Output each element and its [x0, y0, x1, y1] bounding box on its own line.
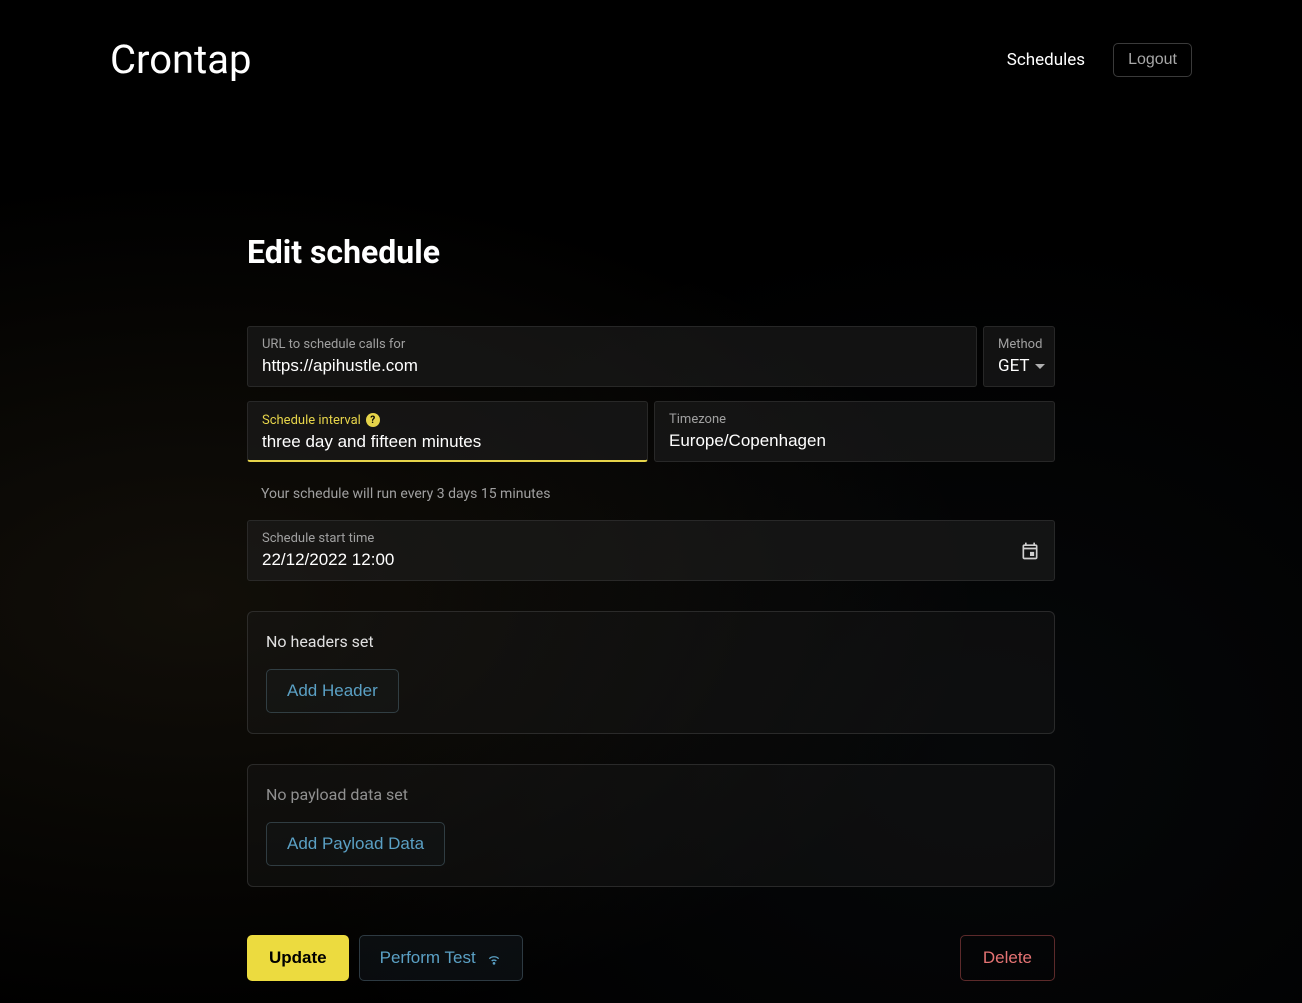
url-method-row: URL to schedule calls for Method GET — [247, 326, 1055, 387]
interval-label-text: Schedule interval — [262, 413, 361, 428]
delete-button[interactable]: Delete — [960, 935, 1055, 981]
help-icon[interactable]: ? — [366, 413, 380, 427]
nav-right: Schedules Logout — [1007, 43, 1192, 77]
timezone-field[interactable]: Timezone — [654, 401, 1055, 462]
url-field[interactable]: URL to schedule calls for — [247, 326, 977, 387]
starttime-field[interactable]: Schedule start time — [247, 520, 1055, 581]
wifi-icon — [486, 950, 502, 966]
app-logo[interactable]: Crontap — [110, 36, 251, 83]
actions-left: Update Perform Test — [247, 935, 523, 981]
add-header-button[interactable]: Add Header — [266, 669, 399, 713]
payload-empty-text: No payload data set — [266, 785, 1036, 804]
interval-help-text: Your schedule will run every 3 days 15 m… — [247, 476, 1055, 502]
payload-panel: No payload data set Add Payload Data — [247, 764, 1055, 887]
perform-test-label: Perform Test — [380, 948, 476, 968]
url-input[interactable] — [262, 356, 962, 376]
logout-button[interactable]: Logout — [1113, 43, 1192, 77]
interval-input[interactable] — [262, 432, 633, 452]
interval-label: Schedule interval ? — [262, 413, 633, 428]
interval-field[interactable]: Schedule interval ? — [247, 401, 648, 462]
page-title: Edit schedule — [247, 233, 1055, 271]
update-button[interactable]: Update — [247, 935, 349, 981]
chevron-down-icon — [1035, 364, 1045, 369]
headers-empty-text: No headers set — [266, 632, 1036, 651]
interval-timezone-row: Schedule interval ? Timezone — [247, 401, 1055, 462]
starttime-input[interactable] — [262, 550, 483, 570]
starttime-left: Schedule start time — [262, 531, 483, 570]
method-value: GET — [998, 356, 1030, 376]
app-header: Crontap Schedules Logout — [0, 0, 1302, 83]
calendar-icon[interactable] — [1020, 541, 1040, 561]
timezone-input[interactable] — [669, 431, 1040, 451]
method-label: Method — [998, 337, 1040, 352]
timezone-label: Timezone — [669, 412, 1040, 427]
method-field[interactable]: Method GET — [983, 326, 1055, 387]
nav-schedules[interactable]: Schedules — [1007, 50, 1085, 70]
actions-row: Update Perform Test Delete — [247, 935, 1055, 981]
url-label: URL to schedule calls for — [262, 337, 962, 352]
method-select[interactable]: GET — [998, 356, 1040, 376]
add-payload-button[interactable]: Add Payload Data — [266, 822, 445, 866]
main-container: Edit schedule URL to schedule calls for … — [247, 83, 1055, 981]
perform-test-button[interactable]: Perform Test — [359, 935, 523, 981]
headers-panel: No headers set Add Header — [247, 611, 1055, 734]
starttime-label: Schedule start time — [262, 531, 483, 546]
